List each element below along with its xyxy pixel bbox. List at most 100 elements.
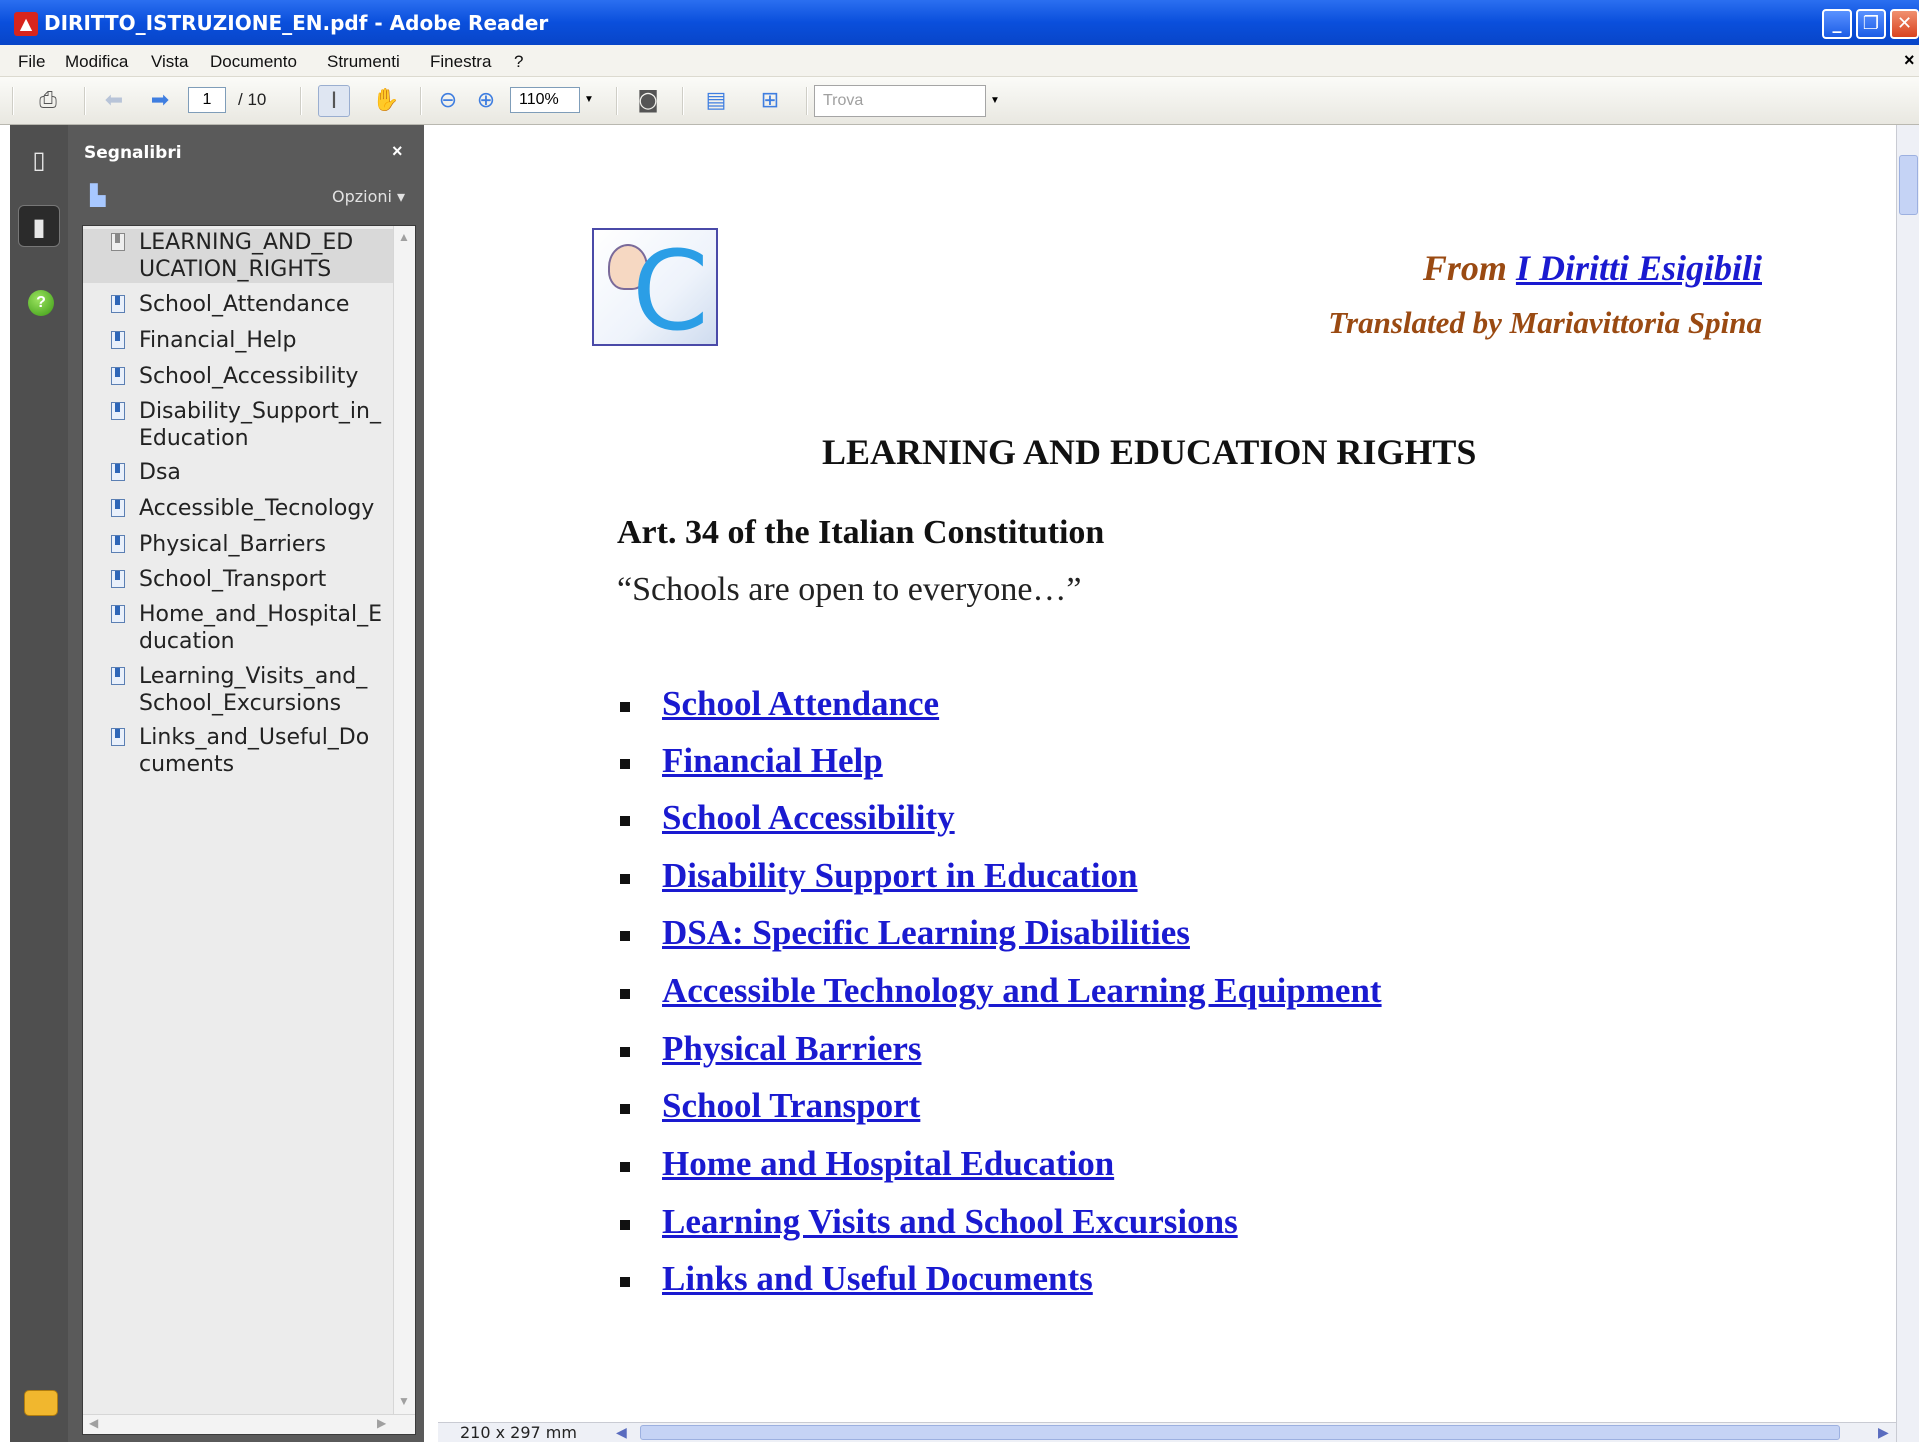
bookmark-label: Dsa: [139, 460, 181, 485]
bookmark-item[interactable]: School_Attendance: [83, 291, 393, 318]
toolbar-separator: [84, 87, 86, 115]
translator-credit: Translated by Mariavittoria Spina: [1328, 305, 1762, 340]
bookmark-item[interactable]: Learning_Visits_and_ School_Excursions: [83, 663, 393, 717]
toc-link[interactable]: School Accessibility: [662, 798, 955, 838]
bookmark-label: Accessible_Tecnology: [139, 496, 375, 521]
toc-link[interactable]: Links and Useful Documents: [662, 1259, 1093, 1299]
menu-help[interactable]: ?: [514, 52, 523, 72]
menu-documento[interactable]: Documento: [210, 52, 297, 72]
bookmark-label: LEARNING_AND_ED UCATION_RIGHTS: [139, 230, 354, 282]
bookmark-icon: [111, 331, 125, 349]
menu-finestra[interactable]: Finestra: [430, 52, 491, 72]
bookmark-vertical-scrollbar[interactable]: ▲ ▼: [393, 226, 415, 1416]
status-bar: 210 x 297 mm ◀ ▶: [438, 1422, 1896, 1442]
page-number-input[interactable]: 1: [188, 87, 226, 113]
bookmark-icon: [111, 728, 125, 746]
print-icon[interactable]: ⎙: [32, 85, 64, 117]
page-dimensions: 210 x 297 mm: [460, 1423, 577, 1442]
toc-link[interactable]: School Attendance: [662, 684, 939, 724]
bookmark-item[interactable]: Financial_Help: [83, 327, 393, 354]
new-bookmark-icon[interactable]: ▙: [90, 183, 105, 207]
bookmark-item[interactable]: Home_and_Hospital_E ducation: [83, 601, 393, 655]
toolbar-separator: [806, 87, 808, 115]
bookmark-list: LEARNING_AND_ED UCATION_RIGHTS School_At…: [82, 225, 416, 1435]
bookmark-icon: [111, 499, 125, 517]
select-tool-icon[interactable]: I: [318, 85, 350, 117]
find-dropdown-icon[interactable]: ▼: [988, 85, 1002, 117]
scroll-right-icon[interactable]: ▶: [377, 1416, 386, 1430]
scroll-left-icon[interactable]: ◀: [616, 1424, 627, 1441]
toc-link[interactable]: Financial Help: [662, 741, 883, 781]
toc-link[interactable]: Home and Hospital Education: [662, 1144, 1114, 1184]
bookmark-horizontal-scrollbar[interactable]: ◀ ▶: [83, 1414, 415, 1434]
scroll-down-icon[interactable]: ▼: [398, 1394, 410, 1408]
bullet: [620, 1277, 630, 1287]
previous-page-icon[interactable]: ⬅: [98, 85, 130, 117]
source-prefix: From: [1422, 248, 1516, 288]
find-input[interactable]: Trova: [814, 85, 986, 117]
navigation-rail: ▯ ▮ ? 📎: [10, 125, 68, 1442]
menu-modifica[interactable]: Modifica: [65, 52, 128, 72]
toolbar-separator: [682, 87, 684, 115]
scroll-right-icon[interactable]: ▶: [1878, 1424, 1889, 1441]
next-page-icon[interactable]: ➡: [144, 85, 176, 117]
bookmark-label: Physical_Barriers: [139, 532, 326, 557]
bullet: [620, 816, 630, 826]
bookmark-item[interactable]: School_Transport: [83, 566, 393, 593]
scroll-left-icon[interactable]: ◀: [89, 1416, 98, 1430]
close-panel-icon[interactable]: ×: [392, 141, 403, 162]
bookmark-label: Learning_Visits_and_ School_Excursions: [139, 664, 368, 716]
toc-link[interactable]: Accessible Technology and Learning Equip…: [662, 971, 1382, 1011]
source-link[interactable]: I Diritti Esigibili: [1516, 248, 1762, 288]
toc-link[interactable]: School Transport: [662, 1086, 920, 1126]
fit-page-icon[interactable]: ⊞: [754, 85, 786, 117]
toolbar-separator: [12, 87, 14, 115]
restore-icon[interactable]: ❐: [1856, 9, 1886, 39]
toc-link[interactable]: Learning Visits and School Excursions: [662, 1202, 1238, 1242]
bookmark-icon: [111, 535, 125, 553]
close-icon[interactable]: ✕: [1890, 9, 1919, 39]
bookmark-item[interactable]: Accessible_Tecnology: [83, 495, 393, 522]
toc-link[interactable]: DSA: Specific Learning Disabilities: [662, 913, 1190, 953]
bookmark-icon: [111, 605, 125, 623]
fit-width-icon[interactable]: ▤: [700, 85, 732, 117]
menu-file[interactable]: File: [18, 52, 45, 72]
options-menu-button[interactable]: Opzioni ▾: [332, 187, 405, 206]
snapshot-icon[interactable]: ◙: [632, 85, 664, 117]
bullet: [620, 1047, 630, 1057]
hand-tool-icon[interactable]: ✋: [370, 85, 402, 117]
help-icon[interactable]: ?: [28, 290, 54, 316]
scrollbar-thumb[interactable]: [1899, 155, 1918, 215]
source-credit: From I Diritti Esigibili: [1423, 247, 1762, 289]
zoom-dropdown-icon[interactable]: ▼: [581, 87, 597, 113]
close-document-icon[interactable]: ×: [1904, 50, 1915, 71]
bullet: [620, 931, 630, 941]
bookmark-label: Home_and_Hospital_E ducation: [139, 602, 383, 654]
zoom-out-icon[interactable]: ⊖: [432, 85, 464, 117]
bookmarks-panel-icon[interactable]: ▮: [18, 205, 60, 247]
document-title: LEARNING AND EDUCATION RIGHTS: [822, 432, 1477, 472]
bookmark-item[interactable]: Physical_Barriers: [83, 531, 393, 558]
scroll-up-icon[interactable]: ▲: [398, 230, 410, 244]
bookmark-item[interactable]: Links_and_Useful_Do cuments: [83, 724, 393, 778]
bookmark-icon: [111, 233, 125, 251]
bookmark-item[interactable]: School_Accessibility: [83, 363, 393, 390]
menu-vista[interactable]: Vista: [151, 52, 189, 72]
pages-panel-icon[interactable]: ▯: [18, 139, 60, 181]
page-total: / 10: [238, 90, 267, 109]
toc-link[interactable]: Disability Support in Education: [662, 856, 1138, 896]
menu-strumenti[interactable]: Strumenti: [327, 52, 400, 72]
adobe-reader-icon: ▲: [14, 12, 38, 36]
document-horizontal-scrollbar[interactable]: [640, 1425, 1840, 1440]
comments-icon[interactable]: [24, 1390, 58, 1416]
zoom-level-input[interactable]: 110%: [510, 87, 580, 113]
bullet: [620, 1220, 630, 1230]
toc-link[interactable]: Physical Barriers: [662, 1029, 922, 1069]
zoom-in-icon[interactable]: ⊕: [470, 85, 502, 117]
bookmark-item[interactable]: Disability_Support_in_ Education: [83, 398, 393, 452]
document-vertical-scrollbar[interactable]: [1896, 125, 1919, 1442]
minimize-icon[interactable]: _: [1822, 9, 1852, 39]
bookmark-item[interactable]: Dsa: [83, 459, 393, 486]
bookmark-item[interactable]: LEARNING_AND_ED UCATION_RIGHTS: [83, 229, 393, 283]
bookmark-label: Financial_Help: [139, 328, 297, 353]
